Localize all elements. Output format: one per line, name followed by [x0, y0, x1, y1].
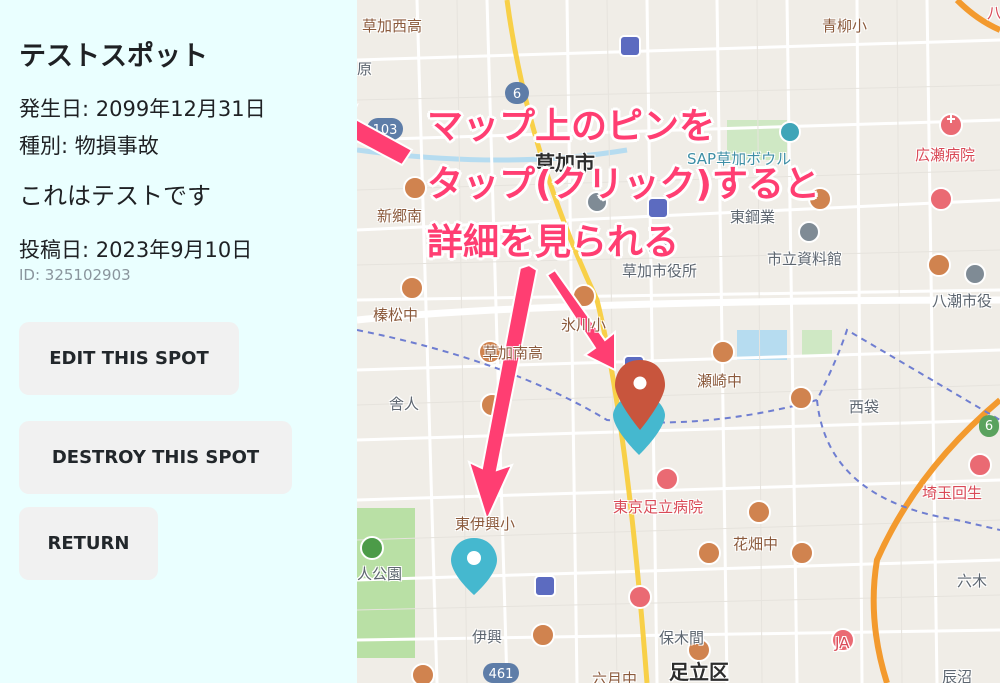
map-label: 市立資料館 [767, 250, 843, 268]
spot-detail-panel: テストスポット 発生日: 2099年12月31日 種別: 物損事故 これはテスト… [0, 0, 357, 683]
spot-description: これはテストです [19, 182, 211, 210]
map-view[interactable]: 103 6 461 6 草加西高 青柳小 原 八 草加市 SAP草加ボウル 広瀬… [357, 0, 1000, 683]
map-label: 草加西高 [362, 17, 423, 35]
map-label: 榛松中 [373, 306, 419, 324]
map-label: 八潮市役 [932, 292, 993, 310]
map-label: 氷川小 [561, 316, 607, 334]
map-label: 瀬崎中 [697, 372, 743, 390]
map-label: 草加南高 [483, 344, 544, 362]
map-label: 西袋 [849, 398, 880, 416]
map-label: 新郷南 [377, 207, 423, 225]
map-label: 辰沼 [942, 668, 973, 683]
annotation-line-2: タップ(クリック)すると [427, 164, 820, 205]
map-label: 埼玉回生 [922, 484, 983, 502]
map-label: 青柳小 [822, 17, 868, 35]
map-label: 原 [357, 60, 373, 78]
posted-date: 投稿日: 2023年9月10日 [19, 238, 253, 262]
annotation-line-3: 詳細を見られる [427, 222, 680, 263]
return-button[interactable]: RETURN [19, 507, 158, 580]
map-label: 六木 [957, 572, 988, 590]
map-label: 舎人 [389, 395, 420, 413]
edit-spot-button[interactable]: EDIT THIS SPOT [19, 322, 239, 395]
svg-text:6: 6 [985, 419, 993, 434]
accident-category: 種別: 物損事故 [19, 134, 159, 158]
map-label: 東鋼業 [730, 208, 776, 226]
map-label: 東伊興小 [455, 515, 516, 533]
map-label: 広瀬病院 [915, 146, 976, 164]
spot-id: ID: 325102903 [19, 266, 131, 284]
map-label: 六月中 [592, 670, 638, 683]
map-label: 保木間 [659, 629, 705, 647]
destroy-spot-button[interactable]: DESTROY THIS SPOT [19, 421, 292, 494]
map-label: 花畑中 [733, 535, 779, 553]
spot-title: テストスポット [19, 41, 208, 72]
map-label: 伊興 [472, 628, 503, 646]
map-label: JA [835, 634, 850, 652]
annotation-line-1: マップ上のピンを [427, 106, 716, 147]
map-label: 八 [987, 4, 1000, 22]
occurred-date: 発生日: 2099年12月31日 [19, 97, 266, 121]
road-shield-461: 461 [489, 667, 514, 682]
map-label: 足立区 [669, 660, 729, 683]
map-label: 人公園 [357, 565, 403, 583]
map-label: 東京足立病院 [613, 498, 704, 516]
